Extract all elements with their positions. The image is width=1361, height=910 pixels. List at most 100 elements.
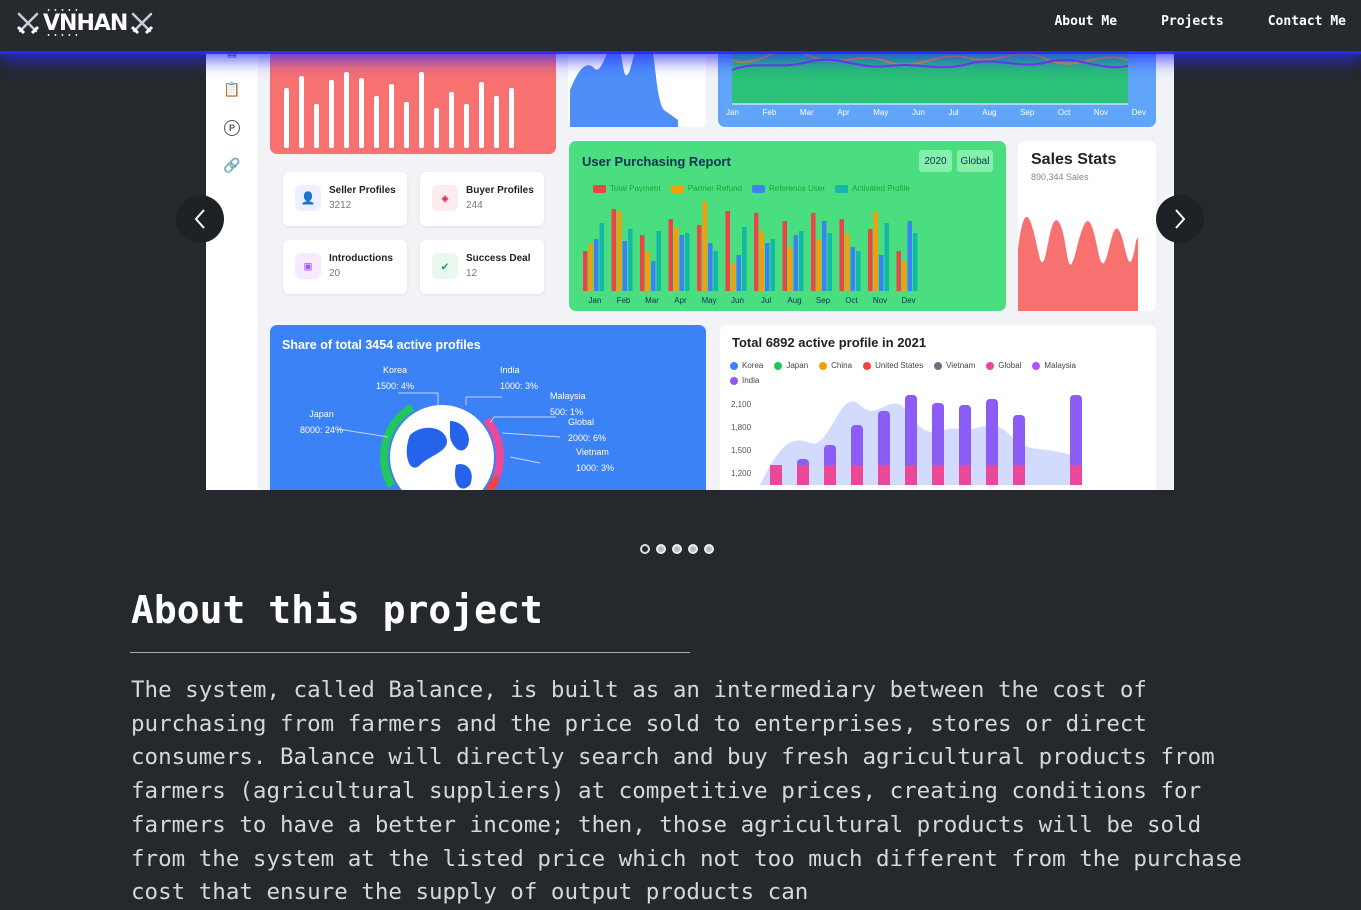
- month-label: May: [701, 296, 716, 305]
- month-label: Dev: [1131, 108, 1146, 117]
- total-active-profile-card: Total 6892 active profile in 2021 Korea J…: [720, 325, 1156, 490]
- stacked-bar: [797, 465, 809, 485]
- month-label: Feb: [762, 108, 777, 117]
- introductions-card[interactable]: ▣ Introductions 20: [283, 240, 407, 294]
- share-korea: Korea 1500: 4%: [376, 365, 414, 391]
- month-label: May: [873, 108, 889, 117]
- decor-bar: [284, 88, 289, 148]
- stacked-bar: [824, 465, 836, 485]
- purchasing-bar: [697, 225, 702, 291]
- month-label: Jun: [731, 296, 744, 305]
- purchasing-bar: [731, 263, 736, 291]
- purchasing-bar: [822, 221, 827, 291]
- month-axis: Jan Feb Mar Apr May Jun Jul Aug Sep Oct Nov Dev: [726, 108, 1146, 117]
- purchasing-bar: [668, 219, 673, 291]
- share-label-value: 1500: 4%: [376, 381, 415, 391]
- purchasing-bar: [913, 233, 918, 291]
- stacked-bar: [851, 465, 863, 485]
- purchasing-bar: [685, 233, 690, 291]
- card-value: 12: [466, 268, 478, 279]
- decor-bar: [374, 96, 379, 148]
- share-india: India 1000: 3%: [500, 365, 538, 391]
- purchasing-bar: [754, 213, 759, 291]
- card-label: Buyer Profiles: [466, 185, 534, 196]
- month-label: Apr: [837, 108, 850, 117]
- purchasing-bar: [736, 255, 741, 291]
- share-label-value: 500: 1%: [550, 407, 584, 417]
- purchasing-bar: [850, 247, 855, 291]
- purchasing-bar: [588, 243, 593, 291]
- stacked-bar: [1070, 465, 1082, 485]
- carousel-dot[interactable]: [704, 544, 714, 554]
- purchasing-bar: [765, 243, 770, 291]
- purchasing-bar: [793, 235, 798, 291]
- share-malaysia: Malaysia 500: 1%: [550, 391, 586, 417]
- purchasing-bar: [611, 209, 616, 291]
- section-heading: About this project: [131, 588, 543, 632]
- card-label: Success Deal: [466, 253, 531, 264]
- card-label: Introductions: [329, 253, 393, 264]
- share-label-name: Vietnam: [576, 447, 609, 457]
- month-label: Sep: [1020, 108, 1035, 117]
- crossed-swords-icon: [131, 12, 154, 35]
- month-label: Mar: [645, 296, 659, 305]
- brand-logo[interactable]: VNHAN: [16, 8, 154, 39]
- purchasing-bar: [839, 219, 844, 291]
- purchasing-bar: [713, 251, 718, 291]
- purchasing-bar: [622, 241, 627, 291]
- share-label-name: Korea: [383, 365, 408, 375]
- stacked-bar: [932, 465, 944, 485]
- success-deal-card[interactable]: ✔ Success Deal 12: [420, 240, 544, 294]
- purchasing-bar: [788, 247, 793, 291]
- share-profiles-card: Share of total 3454 active profiles Kore…: [270, 325, 706, 490]
- user-icon: 👤: [295, 185, 321, 211]
- carousel-indicators: [640, 544, 714, 554]
- purchasing-bar: [879, 255, 884, 291]
- month-label: Nov: [1093, 108, 1109, 117]
- purchasing-bar: [902, 261, 907, 291]
- seller-profiles-card[interactable]: 👤 Seller Profiles 3212: [283, 172, 407, 226]
- purchasing-bar: [708, 243, 713, 291]
- share-japan: Japan 8000: 24%: [300, 409, 343, 435]
- nav-projects[interactable]: Projects: [1161, 14, 1224, 29]
- share-label-name: India: [500, 365, 520, 375]
- carousel-dot[interactable]: [656, 544, 666, 554]
- purchasing-bar: [645, 251, 650, 291]
- decor-bar: [434, 108, 439, 148]
- purchasing-bar: [628, 229, 633, 291]
- carousel-dot[interactable]: [640, 544, 650, 554]
- purchasing-bar: [651, 261, 656, 291]
- section-divider: [130, 652, 690, 653]
- carousel-dot[interactable]: [688, 544, 698, 554]
- purchasing-bar: [742, 227, 747, 291]
- decor-bar: [314, 104, 319, 148]
- purchasing-bar: [873, 211, 878, 291]
- month-label: Jan: [726, 108, 739, 117]
- stacked-bar: [905, 465, 917, 485]
- month-label: Dev: [901, 296, 915, 305]
- purchasing-bar: [725, 211, 730, 291]
- card-value: 3212: [329, 200, 352, 211]
- purchasing-bar: [811, 213, 816, 291]
- carousel-next-button[interactable]: [1156, 195, 1204, 243]
- carousel-dot[interactable]: [672, 544, 682, 554]
- nav-about-me[interactable]: About Me: [1054, 14, 1117, 29]
- purchasing-bar: [679, 235, 684, 291]
- chevron-left-icon: [194, 209, 205, 229]
- decor-bar: [479, 82, 484, 148]
- purchasing-bar: [816, 239, 821, 291]
- dashboard-sidebar: [206, 0, 258, 490]
- clipboard-icon: 📋: [223, 82, 241, 98]
- briefcase-icon: ▣: [295, 253, 321, 279]
- month-label: Feb: [617, 296, 631, 305]
- decor-bar: [509, 88, 514, 148]
- purchasing-bar: [583, 251, 588, 291]
- buyer-profiles-card[interactable]: ◈ Buyer Profiles 244: [420, 172, 544, 226]
- purchasing-bar: [594, 239, 599, 291]
- nav-contact-me[interactable]: Contact Me: [1268, 14, 1346, 29]
- month-label: Oct: [1057, 108, 1071, 117]
- share-label-value: 2000: 6%: [568, 433, 607, 443]
- carousel-prev-button[interactable]: [176, 195, 224, 243]
- month-label: Apr: [674, 296, 687, 305]
- purchasing-bar: [782, 221, 787, 291]
